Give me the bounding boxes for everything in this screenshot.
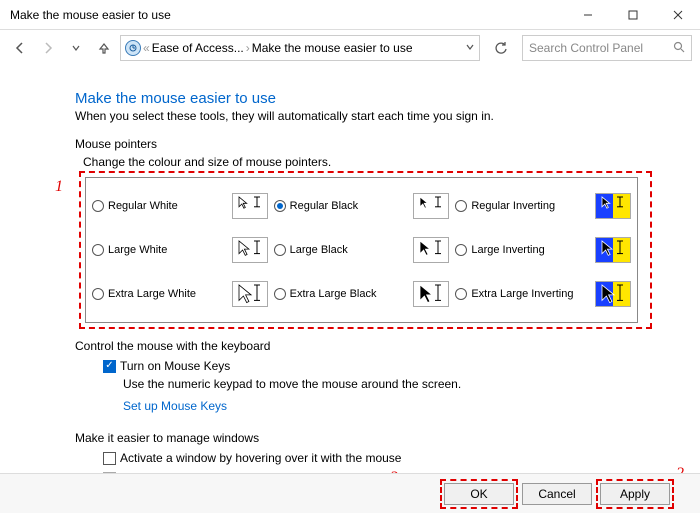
- recent-locations-button[interactable]: [64, 36, 88, 60]
- pointer-option-extra-large-inverting[interactable]: Extra Large Inverting: [455, 274, 631, 314]
- breadcrumb-item-ease-of-access[interactable]: Ease of Access...: [152, 41, 244, 55]
- apply-button[interactable]: Apply: [600, 483, 670, 505]
- pointer-option-large-inverting[interactable]: Large Inverting: [455, 230, 631, 270]
- turn-on-mouse-keys-row[interactable]: ✓ Turn on Mouse Keys: [103, 359, 640, 373]
- pointer-preview: [413, 193, 449, 219]
- close-button[interactable]: [655, 0, 700, 30]
- pointer-option-large-white[interactable]: Large White: [92, 230, 268, 270]
- pointer-preview: [232, 237, 268, 263]
- pointer-preview: [595, 193, 631, 219]
- page-heading: Make the mouse easier to use: [75, 90, 640, 107]
- ok-button[interactable]: OK: [444, 483, 514, 505]
- pointer-option-radio[interactable]: [274, 244, 286, 256]
- minimize-button[interactable]: [565, 0, 610, 30]
- refresh-button[interactable]: [488, 35, 514, 61]
- mouse-pointers-section-label: Mouse pointers: [75, 137, 640, 151]
- pointer-option-radio[interactable]: [274, 200, 286, 212]
- mouse-pointers-section-sub: Change the colour and size of mouse poin…: [83, 155, 640, 169]
- pointer-option-radio[interactable]: [274, 288, 286, 300]
- search-icon: [673, 41, 685, 56]
- activate-hover-checkbox[interactable]: [103, 452, 116, 465]
- cancel-button[interactable]: Cancel: [522, 483, 592, 505]
- pointer-option-radio[interactable]: [92, 244, 104, 256]
- pointer-option-radio[interactable]: [455, 288, 467, 300]
- activate-hover-label: Activate a window by hovering over it wi…: [120, 451, 401, 465]
- pointer-option-radio[interactable]: [455, 200, 467, 212]
- pointer-option-label: Extra Large Black: [290, 288, 410, 300]
- control-keyboard-section-label: Control the mouse with the keyboard: [75, 339, 640, 353]
- titlebar: Make the mouse easier to use: [0, 0, 700, 30]
- turn-on-mouse-keys-label: Turn on Mouse Keys: [120, 359, 230, 373]
- pointer-preview: [413, 281, 449, 307]
- pointer-option-regular-white[interactable]: Regular White: [92, 186, 268, 226]
- breadcrumb-item-mouse[interactable]: Make the mouse easier to use: [252, 41, 413, 55]
- pointer-option-extra-large-black[interactable]: Extra Large Black: [274, 274, 450, 314]
- pointer-option-radio[interactable]: [92, 288, 104, 300]
- breadcrumb[interactable]: « Ease of Access... › Make the mouse eas…: [120, 35, 480, 61]
- pointer-option-label: Extra Large Inverting: [471, 288, 591, 300]
- search-input[interactable]: Search Control Panel: [522, 35, 692, 61]
- back-button[interactable]: [8, 36, 32, 60]
- pointer-option-regular-black[interactable]: Regular Black: [274, 186, 450, 226]
- breadcrumb-root-chevrons: «: [143, 41, 150, 55]
- pointer-preview: [232, 281, 268, 307]
- activate-hover-row[interactable]: Activate a window by hovering over it wi…: [103, 451, 640, 465]
- window-title: Make the mouse easier to use: [10, 8, 565, 22]
- footer-buttons: OK Cancel Apply: [0, 473, 700, 513]
- search-placeholder: Search Control Panel: [529, 41, 673, 55]
- pointer-option-extra-large-white[interactable]: Extra Large White: [92, 274, 268, 314]
- pointer-preview: [413, 237, 449, 263]
- pointer-option-regular-inverting[interactable]: Regular Inverting: [455, 186, 631, 226]
- pointer-option-radio[interactable]: [92, 200, 104, 212]
- pointer-option-label: Large Inverting: [471, 244, 591, 256]
- forward-button[interactable]: [36, 36, 60, 60]
- up-button[interactable]: [92, 36, 116, 60]
- pointer-option-label: Regular White: [108, 200, 228, 212]
- pointer-preview: [232, 193, 268, 219]
- pointer-option-label: Large White: [108, 244, 228, 256]
- pointer-option-label: Regular Inverting: [471, 200, 591, 212]
- breadcrumb-dropdown-icon[interactable]: [465, 41, 475, 55]
- annotation-1: 1: [55, 178, 63, 196]
- pointer-option-label: Extra Large White: [108, 288, 228, 300]
- pointer-option-radio[interactable]: [455, 244, 467, 256]
- navigation-bar: « Ease of Access... › Make the mouse eas…: [0, 30, 700, 66]
- pointer-option-large-black[interactable]: Large Black: [274, 230, 450, 270]
- setup-mouse-keys-link[interactable]: Set up Mouse Keys: [123, 399, 640, 413]
- pointer-options-grid: Regular White Regular Black Regular Invert…: [85, 177, 638, 323]
- turn-on-mouse-keys-checkbox[interactable]: ✓: [103, 360, 116, 373]
- pointer-preview: [595, 237, 631, 263]
- pointer-option-label: Large Black: [290, 244, 410, 256]
- manage-windows-section-label: Make it easier to manage windows: [75, 431, 640, 445]
- control-panel-icon: [125, 40, 141, 56]
- page-subtext: When you select these tools, they will a…: [75, 109, 640, 123]
- pointer-option-label: Regular Black: [290, 200, 410, 212]
- mouse-keys-description: Use the numeric keypad to move the mouse…: [123, 377, 640, 391]
- content-area: Make the mouse easier to use When you se…: [0, 66, 700, 476]
- breadcrumb-separator: ›: [246, 41, 250, 55]
- pointer-preview: [595, 281, 631, 307]
- maximize-button[interactable]: [610, 0, 655, 30]
